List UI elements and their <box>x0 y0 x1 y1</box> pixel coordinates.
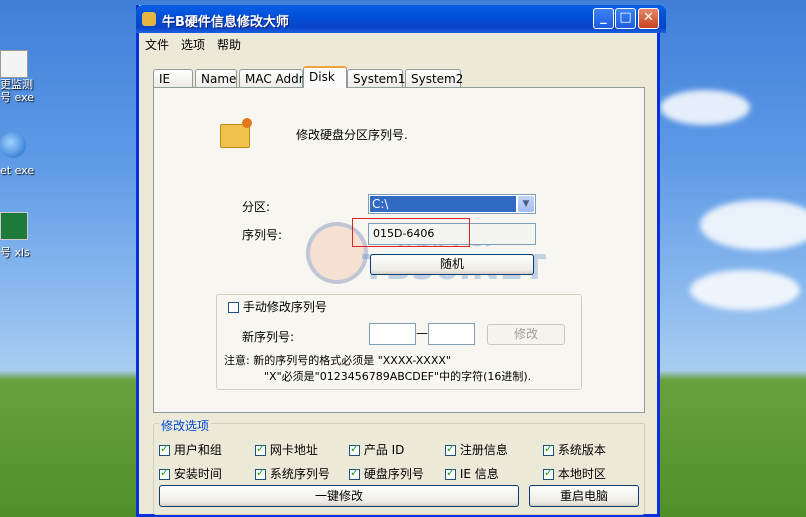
menu-bar: 文件 选项 帮助 <box>139 33 657 53</box>
option-local-timezone[interactable]: 本地时区 <box>543 465 606 482</box>
option-mac-address[interactable]: 网卡地址 <box>255 441 318 458</box>
desktop-icon-label: 号 xls <box>0 246 30 259</box>
new-serial-label: 新序列号: <box>242 330 295 344</box>
app-logo-icon <box>142 12 156 26</box>
gear-icon <box>242 118 252 128</box>
sky-cloud <box>690 270 800 310</box>
partition-select[interactable]: C:\ ▼ <box>368 194 536 214</box>
minimize-button[interactable]: _ <box>593 8 614 29</box>
tab-mac-addr[interactable]: MAC Addr <box>239 69 304 87</box>
checkbox[interactable] <box>349 442 360 456</box>
panel-description: 修改硬盘分区序列号. <box>296 128 408 142</box>
tab-disk[interactable]: Disk <box>303 66 347 88</box>
tab-name[interactable]: Name <box>195 69 237 87</box>
desktop-icon-label: 更监测 <box>0 78 33 91</box>
option-label: 系统版本 <box>557 443 606 457</box>
new-serial-part1-input[interactable] <box>369 323 416 345</box>
checkbox[interactable] <box>445 442 456 456</box>
serial-separator: — <box>416 326 428 340</box>
menu-options[interactable]: 选项 <box>181 36 205 53</box>
globe-icon <box>0 132 26 158</box>
modify-options-title: 修改选项 <box>159 417 212 434</box>
partition-label: 分区: <box>242 200 271 214</box>
desktop-icon-label: 号 exe <box>0 91 35 104</box>
checkbox[interactable] <box>349 466 360 480</box>
serial-label: 序列号: <box>242 228 283 242</box>
format-note-line1: 注意: 新的序列号的格式必须是 "XXXX-XXXX" <box>224 354 451 367</box>
checkbox[interactable] <box>255 442 266 456</box>
excel-icon <box>0 212 28 240</box>
format-note-line2: "X"必须是"0123456789ABCDEF"中的字符(16进制). <box>264 370 532 383</box>
checkbox[interactable] <box>543 466 554 480</box>
chevron-down-icon[interactable]: ▼ <box>518 196 534 212</box>
option-ie-info[interactable]: IE 信息 <box>445 465 499 482</box>
checkbox[interactable] <box>159 466 170 480</box>
option-product-id[interactable]: 产品 ID <box>349 441 404 458</box>
option-system-serial[interactable]: 系统序列号 <box>255 465 330 482</box>
tab-system2[interactable]: System2 <box>405 69 463 87</box>
apply-all-button[interactable]: 一键修改 <box>159 485 519 507</box>
file-icon <box>0 50 28 78</box>
checkbox[interactable] <box>543 442 554 456</box>
restart-button[interactable]: 重启电脑 <box>529 485 639 507</box>
menu-file[interactable]: 文件 <box>145 36 169 53</box>
partition-selected-value: C:\ <box>370 196 516 212</box>
close-button[interactable]: ✕ <box>638 8 659 29</box>
option-label: IE 信息 <box>459 467 499 481</box>
option-label: 硬盘序列号 <box>363 467 424 481</box>
option-label: 产品 ID <box>363 443 405 457</box>
window-title: 牛B硬件信息修改大师 <box>162 15 289 30</box>
checkbox[interactable] <box>255 466 266 480</box>
checkbox[interactable] <box>159 442 170 456</box>
serial-highlight-box <box>352 218 470 247</box>
option-registration-info[interactable]: 注册信息 <box>445 441 508 458</box>
manual-serial-checkbox-label: 手动修改序列号 <box>242 300 327 314</box>
modify-button[interactable]: 修改 <box>487 324 565 345</box>
option-label: 注册信息 <box>459 443 508 457</box>
manual-serial-checkbox[interactable]: 手动修改序列号 <box>228 298 327 315</box>
option-install-time[interactable]: 安装时间 <box>159 465 222 482</box>
option-label: 安装时间 <box>173 467 222 481</box>
title-bar[interactable]: 牛B硬件信息修改大师 _ □ ✕ <box>136 5 666 33</box>
desktop-icon-app1[interactable]: 更监测 号 exe <box>0 50 40 104</box>
desktop-icon-label: et exe <box>0 164 35 177</box>
desktop-icon-xls[interactable]: 号 xls <box>0 212 40 259</box>
option-disk-serial[interactable]: 硬盘序列号 <box>349 465 424 482</box>
checkbox[interactable] <box>228 302 239 313</box>
option-label: 本地时区 <box>557 467 606 481</box>
sky-cloud <box>700 200 806 250</box>
disk-tab-panel: 修改硬盘分区序列号. 安 德 分 享 进 步 TB56.NET 分区: C:\ … <box>153 87 645 413</box>
option-label: 系统序列号 <box>269 467 330 481</box>
desktop-icon-app2[interactable]: et exe <box>0 132 40 177</box>
menu-help[interactable]: 帮助 <box>217 36 241 53</box>
tab-ie[interactable]: IE <box>153 69 193 87</box>
maximize-button[interactable]: □ <box>615 8 636 29</box>
new-serial-part2-input[interactable] <box>428 323 475 345</box>
app-window: 牛B硬件信息修改大师 _ □ ✕ 文件 选项 帮助 IE Name MAC Ad… <box>136 5 666 517</box>
sky-cloud <box>660 90 750 125</box>
option-users-groups[interactable]: 用户和组 <box>159 441 222 458</box>
checkbox[interactable] <box>445 466 456 480</box>
option-system-version[interactable]: 系统版本 <box>543 441 606 458</box>
random-button[interactable]: 随机 <box>370 254 534 275</box>
option-label: 网卡地址 <box>269 443 318 457</box>
tab-system1[interactable]: System1 <box>347 69 405 87</box>
option-label: 用户和组 <box>173 443 222 457</box>
